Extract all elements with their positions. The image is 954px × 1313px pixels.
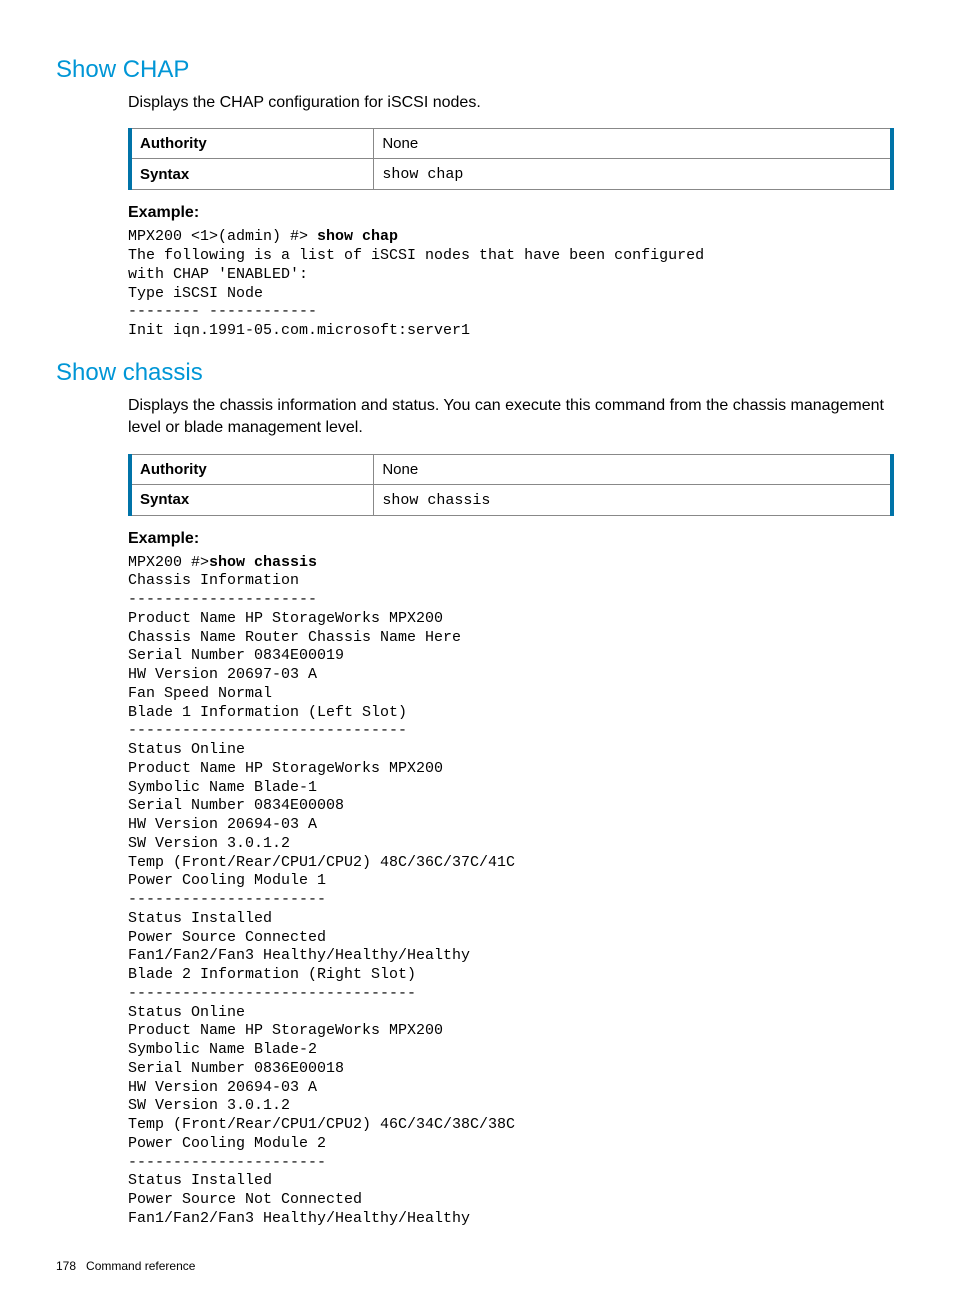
section2-example-label: Example: — [128, 530, 894, 548]
command-text: show chassis — [209, 554, 317, 571]
table-row: Syntax show chassis — [130, 484, 892, 515]
section1-example-code: MPX200 <1>(admin) #> show chap The follo… — [128, 228, 894, 341]
authority-label: Authority — [130, 454, 374, 484]
section2-table: Authority None Syntax show chassis — [128, 454, 894, 516]
example-body: The following is a list of iSCSI nodes t… — [128, 247, 704, 339]
section1-example-label: Example: — [128, 204, 894, 222]
syntax-value-text: show chap — [382, 166, 463, 183]
section2-example-code: MPX200 #>show chassis Chassis Informatio… — [128, 554, 894, 1229]
command-text: show chap — [317, 228, 398, 245]
section1-table: Authority None Syntax show chap — [128, 128, 894, 190]
prompt-text: MPX200 #> — [128, 554, 209, 571]
prompt-text: MPX200 <1>(admin) #> — [128, 228, 317, 245]
syntax-label: Syntax — [130, 159, 374, 190]
table-row: Authority None — [130, 129, 892, 159]
syntax-label: Syntax — [130, 484, 374, 515]
heading-show-chassis: Show chassis — [56, 359, 894, 387]
heading-show-chap: Show CHAP — [56, 56, 894, 84]
section2-description: Displays the chassis information and sta… — [128, 395, 894, 440]
table-row: Syntax show chap — [130, 159, 892, 190]
syntax-value: show chap — [374, 159, 892, 190]
authority-label: Authority — [130, 129, 374, 159]
section1-block: Displays the CHAP configuration for iSCS… — [128, 92, 894, 341]
syntax-value-text: show chassis — [382, 492, 490, 509]
section1-description: Displays the CHAP configuration for iSCS… — [128, 92, 894, 114]
syntax-value: show chassis — [374, 484, 892, 515]
page: Show CHAP Displays the CHAP configuratio… — [0, 0, 954, 1313]
table-row: Authority None — [130, 454, 892, 484]
section2-block: Displays the chassis information and sta… — [128, 395, 894, 1229]
authority-value: None — [374, 129, 892, 159]
authority-value: None — [374, 454, 892, 484]
example-body: Chassis Information --------------------… — [128, 572, 515, 1227]
